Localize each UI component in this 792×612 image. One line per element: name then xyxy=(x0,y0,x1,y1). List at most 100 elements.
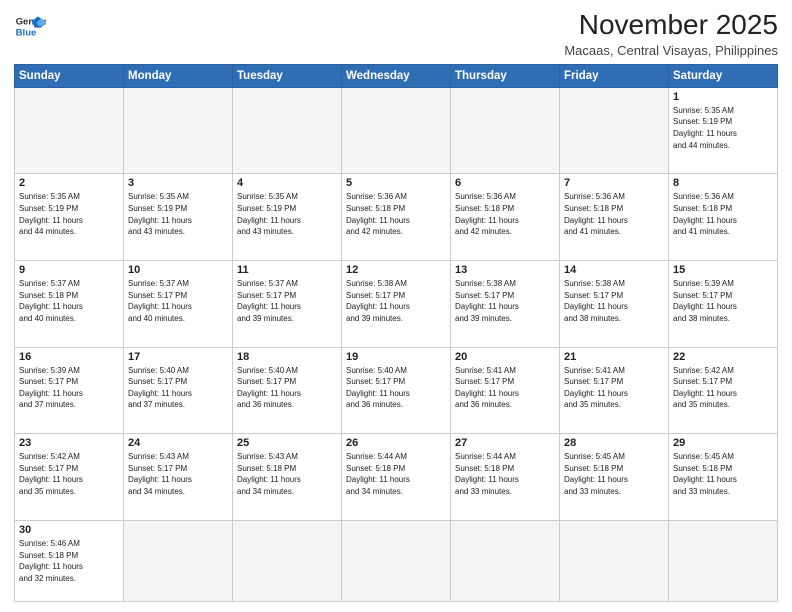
day-info: Sunrise: 5:35 AM Sunset: 5:19 PM Dayligh… xyxy=(19,191,119,237)
calendar-cell xyxy=(560,520,669,601)
day-info: Sunrise: 5:37 AM Sunset: 5:17 PM Dayligh… xyxy=(237,278,337,324)
weekday-header-wednesday: Wednesday xyxy=(342,64,451,87)
weekday-header-saturday: Saturday xyxy=(669,64,778,87)
day-info: Sunrise: 5:41 AM Sunset: 5:17 PM Dayligh… xyxy=(564,365,664,411)
day-number: 25 xyxy=(237,437,337,449)
day-info: Sunrise: 5:41 AM Sunset: 5:17 PM Dayligh… xyxy=(455,365,555,411)
calendar-cell: 30 Sunrise: 5:46 AM Sunset: 5:18 PM Dayli… xyxy=(15,520,124,601)
day-number: 30 xyxy=(19,524,119,536)
day-number: 5 xyxy=(346,177,446,189)
calendar-cell: 3 Sunrise: 5:35 AM Sunset: 5:19 PM Daylig… xyxy=(124,174,233,261)
calendar-cell xyxy=(342,87,451,174)
day-number: 17 xyxy=(128,351,228,363)
day-number: 13 xyxy=(455,264,555,276)
calendar-cell: 22Sunrise: 5:42 AM Sunset: 5:17 PM Dayli… xyxy=(669,347,778,434)
day-number: 6 xyxy=(455,177,555,189)
day-number: 15 xyxy=(673,264,773,276)
day-info: Sunrise: 5:43 AM Sunset: 5:17 PM Dayligh… xyxy=(128,451,228,497)
day-info: Sunrise: 5:39 AM Sunset: 5:17 PM Dayligh… xyxy=(19,365,119,411)
day-number: 11 xyxy=(237,264,337,276)
day-info: Sunrise: 5:35 AM Sunset: 5:19 PM Dayligh… xyxy=(237,191,337,237)
weekday-header-friday: Friday xyxy=(560,64,669,87)
weekday-header-thursday: Thursday xyxy=(451,64,560,87)
calendar-cell: 16 Sunrise: 5:39 AM Sunset: 5:17 PM Dayli… xyxy=(15,347,124,434)
calendar-cell: 15 Sunrise: 5:39 AM Sunset: 5:17 PM Dayli… xyxy=(669,261,778,348)
calendar-cell: 29 Sunrise: 5:45 AM Sunset: 5:18 PM Dayli… xyxy=(669,434,778,521)
generalblue-logo-icon: General Blue xyxy=(14,10,46,42)
calendar-cell: 21 Sunrise: 5:41 AM Sunset: 5:17 PM Dayli… xyxy=(560,347,669,434)
day-info: Sunrise: 5:36 AM Sunset: 5:18 PM Dayligh… xyxy=(564,191,664,237)
svg-text:Blue: Blue xyxy=(16,28,37,39)
calendar-cell: 24 Sunrise: 5:43 AM Sunset: 5:17 PM Dayli… xyxy=(124,434,233,521)
day-number: 1 xyxy=(673,91,773,103)
calendar-cell: 12Sunrise: 5:38 AM Sunset: 5:17 PM Dayli… xyxy=(342,261,451,348)
calendar-cell: 9 Sunrise: 5:37 AM Sunset: 5:18 PM Daylig… xyxy=(15,261,124,348)
calendar-header-row: SundayMondayTuesdayWednesdayThursdayFrid… xyxy=(15,64,778,87)
day-info: Sunrise: 5:37 AM Sunset: 5:17 PM Dayligh… xyxy=(128,278,228,324)
calendar-cell: 18Sunrise: 5:40 AM Sunset: 5:17 PM Dayli… xyxy=(233,347,342,434)
calendar-cell: 28Sunrise: 5:45 AM Sunset: 5:18 PM Dayli… xyxy=(560,434,669,521)
day-info: Sunrise: 5:36 AM Sunset: 5:18 PM Dayligh… xyxy=(346,191,446,237)
calendar-cell xyxy=(233,87,342,174)
calendar-cell: 5 Sunrise: 5:36 AM Sunset: 5:18 PM Daylig… xyxy=(342,174,451,261)
day-info: Sunrise: 5:42 AM Sunset: 5:17 PM Dayligh… xyxy=(673,365,773,411)
calendar-cell: 14 Sunrise: 5:38 AM Sunset: 5:17 PM Dayli… xyxy=(560,261,669,348)
day-info: Sunrise: 5:35 AM Sunset: 5:19 PM Dayligh… xyxy=(128,191,228,237)
day-number: 21 xyxy=(564,351,664,363)
day-info: Sunrise: 5:45 AM Sunset: 5:18 PM Dayligh… xyxy=(673,451,773,497)
day-info: Sunrise: 5:46 AM Sunset: 5:18 PM Dayligh… xyxy=(19,538,119,584)
day-number: 18 xyxy=(237,351,337,363)
calendar-cell: 13 Sunrise: 5:38 AM Sunset: 5:17 PM Dayli… xyxy=(451,261,560,348)
calendar-cell: 2 Sunrise: 5:35 AM Sunset: 5:19 PM Daylig… xyxy=(15,174,124,261)
day-number: 2 xyxy=(19,177,119,189)
calendar-cell: 10 Sunrise: 5:37 AM Sunset: 5:17 PM Dayli… xyxy=(124,261,233,348)
day-info: Sunrise: 5:39 AM Sunset: 5:17 PM Dayligh… xyxy=(673,278,773,324)
header: General Blue November 2025 Macaas, Centr… xyxy=(14,10,778,58)
month-title: November 2025 xyxy=(564,10,778,41)
calendar-week-row: 9 Sunrise: 5:37 AM Sunset: 5:18 PM Daylig… xyxy=(15,261,778,348)
page: General Blue November 2025 Macaas, Centr… xyxy=(0,0,792,612)
day-info: Sunrise: 5:36 AM Sunset: 5:18 PM Dayligh… xyxy=(455,191,555,237)
day-info: Sunrise: 5:44 AM Sunset: 5:18 PM Dayligh… xyxy=(455,451,555,497)
calendar-cell: 19 Sunrise: 5:40 AM Sunset: 5:17 PM Dayli… xyxy=(342,347,451,434)
calendar-cell: 7Sunrise: 5:36 AM Sunset: 5:18 PM Daylig… xyxy=(560,174,669,261)
day-number: 9 xyxy=(19,264,119,276)
day-info: Sunrise: 5:43 AM Sunset: 5:18 PM Dayligh… xyxy=(237,451,337,497)
calendar-cell xyxy=(560,87,669,174)
calendar-cell: 1 Sunrise: 5:35 AM Sunset: 5:19 PM Daylig… xyxy=(669,87,778,174)
day-number: 4 xyxy=(237,177,337,189)
day-info: Sunrise: 5:35 AM Sunset: 5:19 PM Dayligh… xyxy=(673,105,773,151)
day-info: Sunrise: 5:38 AM Sunset: 5:17 PM Dayligh… xyxy=(455,278,555,324)
calendar-cell: 27 Sunrise: 5:44 AM Sunset: 5:18 PM Dayli… xyxy=(451,434,560,521)
calendar-cell xyxy=(451,87,560,174)
calendar-cell: 20Sunrise: 5:41 AM Sunset: 5:17 PM Dayli… xyxy=(451,347,560,434)
day-number: 27 xyxy=(455,437,555,449)
day-number: 10 xyxy=(128,264,228,276)
day-info: Sunrise: 5:36 AM Sunset: 5:18 PM Dayligh… xyxy=(673,191,773,237)
day-number: 8 xyxy=(673,177,773,189)
calendar-week-row: 1 Sunrise: 5:35 AM Sunset: 5:19 PM Daylig… xyxy=(15,87,778,174)
calendar-cell: 11 Sunrise: 5:37 AM Sunset: 5:17 PM Dayli… xyxy=(233,261,342,348)
day-info: Sunrise: 5:44 AM Sunset: 5:18 PM Dayligh… xyxy=(346,451,446,497)
day-number: 14 xyxy=(564,264,664,276)
calendar-cell: 4 Sunrise: 5:35 AM Sunset: 5:19 PM Daylig… xyxy=(233,174,342,261)
calendar-cell xyxy=(15,87,124,174)
calendar-cell xyxy=(342,520,451,601)
day-number: 19 xyxy=(346,351,446,363)
calendar-table: SundayMondayTuesdayWednesdayThursdayFrid… xyxy=(14,64,778,602)
calendar-cell: 25 Sunrise: 5:43 AM Sunset: 5:18 PM Dayli… xyxy=(233,434,342,521)
calendar-week-row: 2 Sunrise: 5:35 AM Sunset: 5:19 PM Daylig… xyxy=(15,174,778,261)
day-number: 3 xyxy=(128,177,228,189)
weekday-header-sunday: Sunday xyxy=(15,64,124,87)
day-info: Sunrise: 5:37 AM Sunset: 5:18 PM Dayligh… xyxy=(19,278,119,324)
calendar-week-row: 30 Sunrise: 5:46 AM Sunset: 5:18 PM Dayli… xyxy=(15,520,778,601)
calendar-cell: 8 Sunrise: 5:36 AM Sunset: 5:18 PM Daylig… xyxy=(669,174,778,261)
day-number: 16 xyxy=(19,351,119,363)
day-info: Sunrise: 5:40 AM Sunset: 5:17 PM Dayligh… xyxy=(346,365,446,411)
day-info: Sunrise: 5:38 AM Sunset: 5:17 PM Dayligh… xyxy=(564,278,664,324)
day-number: 29 xyxy=(673,437,773,449)
day-number: 24 xyxy=(128,437,228,449)
day-info: Sunrise: 5:38 AM Sunset: 5:17 PM Dayligh… xyxy=(346,278,446,324)
calendar-cell: 23Sunrise: 5:42 AM Sunset: 5:17 PM Dayli… xyxy=(15,434,124,521)
calendar-week-row: 16 Sunrise: 5:39 AM Sunset: 5:17 PM Dayli… xyxy=(15,347,778,434)
